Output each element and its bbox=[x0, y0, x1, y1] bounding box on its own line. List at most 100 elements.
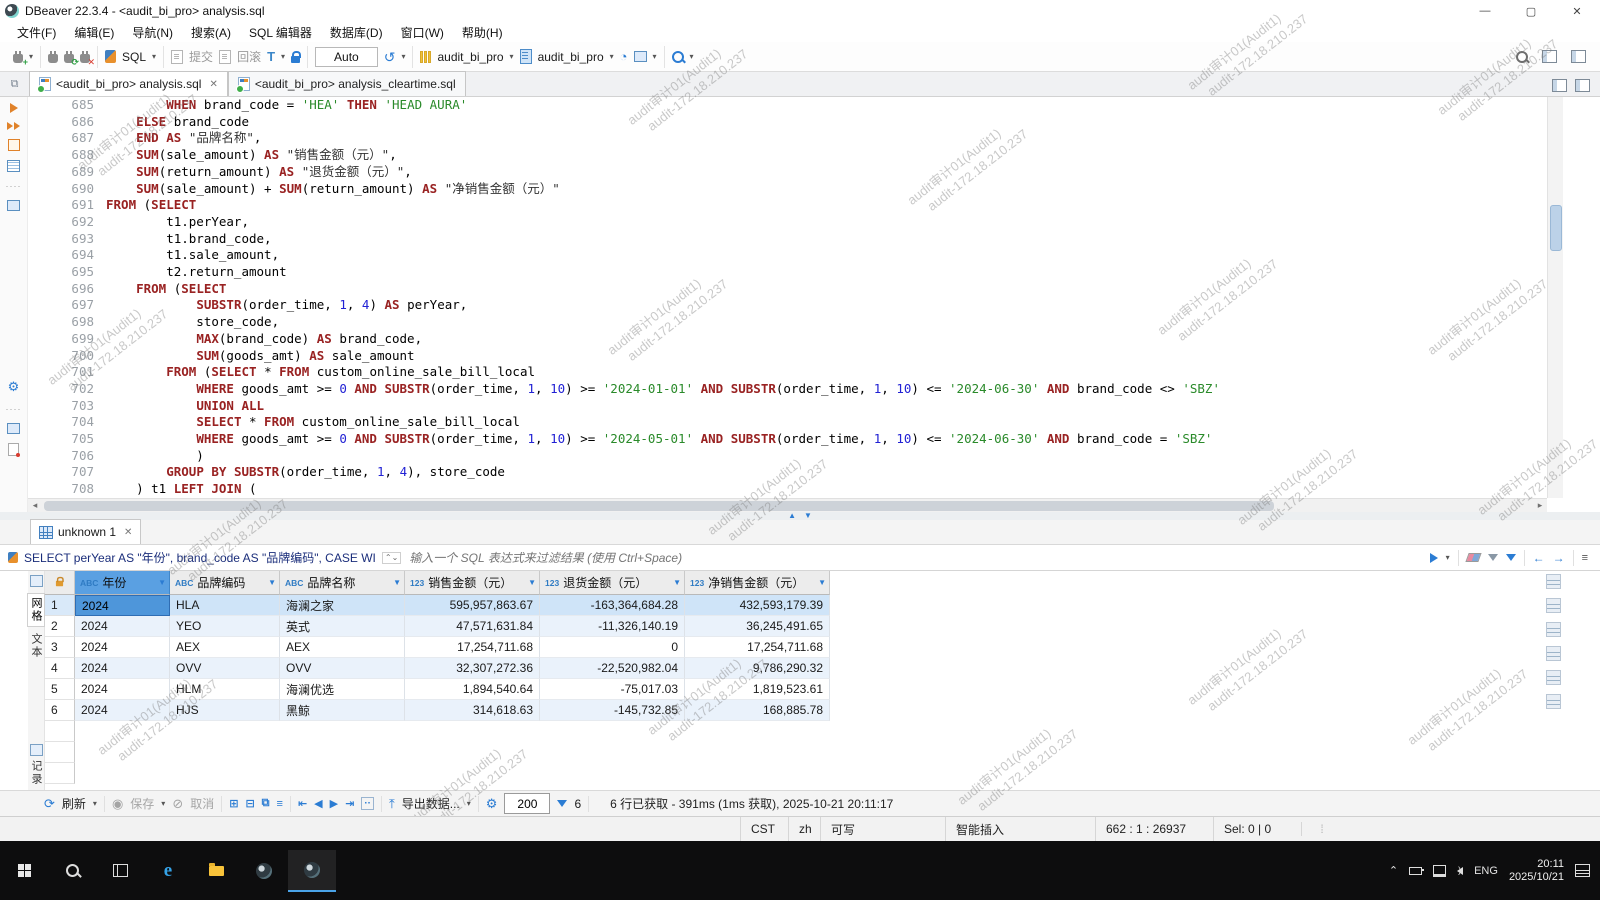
connect-icon[interactable] bbox=[48, 50, 59, 63]
fetch-all-icon[interactable]: ·· bbox=[361, 797, 374, 810]
code-line[interactable]: ) bbox=[106, 448, 1545, 465]
menu-item[interactable]: 窗口(W) bbox=[392, 24, 453, 41]
edge-icon[interactable]: e bbox=[144, 850, 192, 892]
cell[interactable]: YEO bbox=[170, 616, 280, 637]
code-line[interactable]: SUBSTR(order_time, 1, 4) AS perYear, bbox=[106, 297, 1545, 314]
cell[interactable]: 2024 bbox=[75, 595, 170, 616]
file-status-icon[interactable] bbox=[8, 443, 20, 457]
cell[interactable]: 英式 bbox=[280, 616, 405, 637]
apply-filter-icon[interactable] bbox=[1429, 552, 1438, 563]
taskbar-search-icon[interactable] bbox=[48, 850, 96, 892]
menu-item[interactable]: 数据库(D) bbox=[321, 24, 392, 41]
sort-caret-icon[interactable]: ▼ bbox=[158, 578, 166, 587]
refresh-icon[interactable]: ⟳ bbox=[44, 797, 55, 810]
expand-filter-icon[interactable]: ⌃⌄ bbox=[381, 551, 402, 564]
chevron-down-icon[interactable]: ▾ bbox=[29, 52, 33, 61]
execute-script-icon[interactable] bbox=[7, 122, 20, 130]
chevron-down-icon[interactable]: ▾ bbox=[152, 52, 156, 61]
cell[interactable]: HLM bbox=[170, 679, 280, 700]
cell[interactable]: 0 bbox=[540, 637, 685, 658]
delete-row-icon[interactable]: ⊟ bbox=[245, 797, 254, 810]
cell[interactable]: 32,307,272.36 bbox=[405, 658, 540, 679]
cell[interactable]: 168,885.78 bbox=[685, 700, 830, 721]
search-icon[interactable] bbox=[671, 50, 684, 63]
cell[interactable]: AEX bbox=[280, 637, 405, 658]
row-number[interactable]: 4 bbox=[45, 658, 75, 679]
row-number[interactable]: 3 bbox=[45, 637, 75, 658]
chevron-down-icon[interactable]: ▾ bbox=[401, 52, 405, 61]
grid-settings-icon[interactable]: ⚙ bbox=[486, 797, 498, 810]
references-panel-icon[interactable] bbox=[1546, 646, 1561, 661]
menu-item[interactable]: SQL 编辑器 bbox=[240, 24, 321, 41]
dbeaver-taskbar-icon-active[interactable] bbox=[288, 849, 336, 892]
cancel-button[interactable]: 取消 bbox=[190, 795, 214, 812]
filter-input[interactable] bbox=[407, 549, 1430, 566]
code-line[interactable]: FROM (SELECT bbox=[106, 197, 1545, 214]
scrollbar-thumb[interactable] bbox=[1550, 205, 1562, 251]
cell[interactable]: 432,593,179.39 bbox=[685, 595, 830, 616]
code-area[interactable]: WHEN brand_code = 'HEA' THEN 'HEAD AURA'… bbox=[106, 97, 1545, 497]
editor-horizontal-scrollbar[interactable]: ◂ ▸ bbox=[28, 498, 1547, 512]
open-perspective-icon[interactable] bbox=[1542, 50, 1557, 63]
collapse-up-icon[interactable]: ▲ bbox=[788, 512, 796, 520]
minimize-panel-icon[interactable] bbox=[1552, 79, 1567, 92]
collapse-down-icon[interactable]: ▼ bbox=[804, 512, 812, 520]
grid-corner-cell[interactable] bbox=[45, 571, 75, 595]
menu-item[interactable]: 帮助(H) bbox=[453, 24, 512, 41]
scroll-left-icon[interactable]: ◂ bbox=[28, 500, 42, 511]
scroll-right-icon[interactable]: ▸ bbox=[1533, 500, 1547, 511]
code-line[interactable]: WHERE goods_amt >= 0 AND SUBSTR(order_ti… bbox=[106, 381, 1545, 398]
tab-analysis-sql[interactable]: <audit_bi_pro> analysis.sql ✕ bbox=[29, 71, 228, 96]
dbeaver-taskbar-icon[interactable] bbox=[240, 850, 288, 892]
dashboard-icon[interactable]: ◔ bbox=[620, 49, 628, 64]
panel-menu-icon[interactable]: ≡ bbox=[1582, 552, 1588, 564]
lock-icon[interactable] bbox=[291, 50, 302, 63]
table-row[interactable]: 3 2024 AEX AEX 17,254,711.68 0 17,254,711.68 bbox=[45, 637, 1545, 658]
code-line[interactable]: SUM(return_amount) AS "退货金额（元）", bbox=[106, 164, 1545, 181]
menu-item[interactable]: 编辑(E) bbox=[65, 24, 123, 41]
code-line[interactable]: t1.perYear, bbox=[106, 214, 1545, 231]
cell[interactable]: -163,364,684.28 bbox=[540, 595, 685, 616]
task-view-icon[interactable] bbox=[96, 850, 144, 892]
metadata-panel-icon[interactable] bbox=[1546, 622, 1561, 637]
cell[interactable]: 海澜优选 bbox=[280, 679, 405, 700]
cell[interactable]: 海澜之家 bbox=[280, 595, 405, 616]
filter-icon[interactable] bbox=[1505, 554, 1516, 561]
notification-center-icon[interactable] bbox=[1575, 864, 1590, 877]
tray-expand-icon[interactable]: ⌃ bbox=[1389, 864, 1398, 877]
code-line[interactable]: WHEN brand_code = 'HEA' THEN 'HEAD AURA' bbox=[106, 97, 1545, 114]
view-tab-grid[interactable]: 网格 bbox=[27, 593, 45, 627]
cell[interactable]: 2024 bbox=[75, 637, 170, 658]
row-number[interactable]: 6 bbox=[45, 700, 75, 721]
view-tab-text[interactable]: 文本 bbox=[28, 633, 44, 659]
cell[interactable]: 黑鲸 bbox=[280, 700, 405, 721]
output-panel-icon[interactable] bbox=[7, 200, 20, 211]
column-header-2[interactable]: ABC 品牌编码 ▼ bbox=[170, 571, 280, 595]
cell[interactable]: OVV bbox=[280, 658, 405, 679]
cell[interactable]: 2024 bbox=[75, 658, 170, 679]
schema-selector[interactable]: audit_bi_pro bbox=[538, 50, 604, 64]
column-header-5[interactable]: 123 退货金额（元） ▼ bbox=[540, 571, 685, 595]
code-line[interactable]: ) t1 LEFT JOIN ( bbox=[106, 481, 1545, 497]
filter-settings-icon[interactable] bbox=[1487, 554, 1498, 561]
row-number[interactable]: 5 bbox=[45, 679, 75, 700]
code-line[interactable]: MAX(brand_code) AS brand_code, bbox=[106, 331, 1545, 348]
forward-icon[interactable]: → bbox=[1553, 551, 1565, 565]
file-explorer-icon[interactable] bbox=[192, 850, 240, 892]
chevron-down-icon[interactable]: ▾ bbox=[690, 52, 694, 61]
chevron-down-icon[interactable]: ▾ bbox=[93, 799, 97, 808]
close-icon[interactable]: ✕ bbox=[209, 79, 217, 90]
code-line[interactable]: FROM (SELECT bbox=[106, 281, 1545, 298]
disconnect-icon[interactable]: ✕ bbox=[80, 50, 95, 66]
cell[interactable]: HJS bbox=[170, 700, 280, 721]
record-mode-icon[interactable] bbox=[29, 744, 43, 756]
chevron-down-icon[interactable]: ▾ bbox=[281, 52, 285, 61]
execution-plan-icon[interactable] bbox=[633, 51, 647, 62]
grid-view-icon[interactable] bbox=[29, 575, 43, 587]
results-tab-unknown1[interactable]: unknown 1 ✕ bbox=[30, 519, 142, 544]
tab-analysis-cleartime-sql[interactable]: <audit_bi_pro> analysis_cleartime.sql bbox=[227, 71, 466, 96]
cell[interactable]: AEX bbox=[170, 637, 280, 658]
code-line[interactable]: SUM(sale_amount) AS "销售金额（元）", bbox=[106, 147, 1545, 164]
chevron-down-icon[interactable]: ▾ bbox=[610, 52, 614, 61]
sort-caret-icon[interactable]: ▼ bbox=[673, 578, 681, 587]
